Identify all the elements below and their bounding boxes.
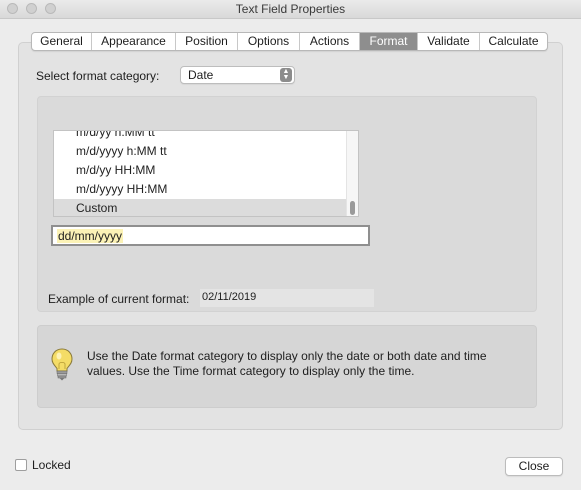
custom-format-input[interactable]: dd/mm/yyyy: [51, 225, 370, 246]
text-field-properties-dialog: Text Field Properties General Appearance…: [0, 0, 581, 490]
tab-options[interactable]: Options: [238, 33, 300, 50]
tab-position[interactable]: Position: [176, 33, 238, 50]
list-item-selected[interactable]: Custom: [54, 199, 348, 216]
example-format-label: Example of current format:: [48, 292, 190, 306]
format-category-select[interactable]: Date ▲ ▼: [180, 66, 295, 84]
tab-bar: General Appearance Position Options Acti…: [31, 32, 548, 51]
up-down-arrows-icon: ▲ ▼: [280, 68, 292, 82]
example-format-value: 02/11/2019: [202, 291, 257, 303]
list-item[interactable]: m/d/yyyy HH:MM: [54, 180, 348, 199]
custom-format-value: dd/mm/yyyy: [57, 229, 124, 243]
example-format-box: 02/11/2019: [200, 289, 374, 307]
format-category-label: Select format category:: [36, 69, 160, 83]
title-bar: Text Field Properties: [0, 0, 581, 19]
list-item[interactable]: m/d/yyyy h:MM tt: [54, 142, 348, 161]
tab-actions[interactable]: Actions: [300, 33, 360, 50]
help-text: Use the Date format category to display …: [87, 349, 487, 378]
tab-validate[interactable]: Validate: [418, 33, 480, 50]
lightbulb-icon: [51, 348, 73, 381]
locked-label[interactable]: Locked: [32, 458, 71, 472]
format-category-value: Date: [188, 68, 214, 82]
close-button[interactable]: Close: [505, 457, 563, 476]
tab-appearance[interactable]: Appearance: [92, 33, 176, 50]
list-item[interactable]: m/d/yy HH:MM: [54, 161, 348, 180]
locked-checkbox[interactable]: [15, 459, 27, 471]
tab-format[interactable]: Format: [360, 33, 418, 50]
list-scrollbar[interactable]: [346, 131, 358, 216]
scrollbar-thumb[interactable]: [350, 201, 355, 215]
window-title: Text Field Properties: [235, 2, 346, 16]
date-format-list[interactable]: m/d/yy h:MM tt m/d/yyyy h:MM tt m/d/yy H…: [53, 130, 359, 217]
list-item[interactable]: m/d/yy h:MM tt: [54, 131, 348, 142]
tab-calculate[interactable]: Calculate: [480, 33, 547, 50]
tab-general[interactable]: General: [32, 33, 92, 50]
